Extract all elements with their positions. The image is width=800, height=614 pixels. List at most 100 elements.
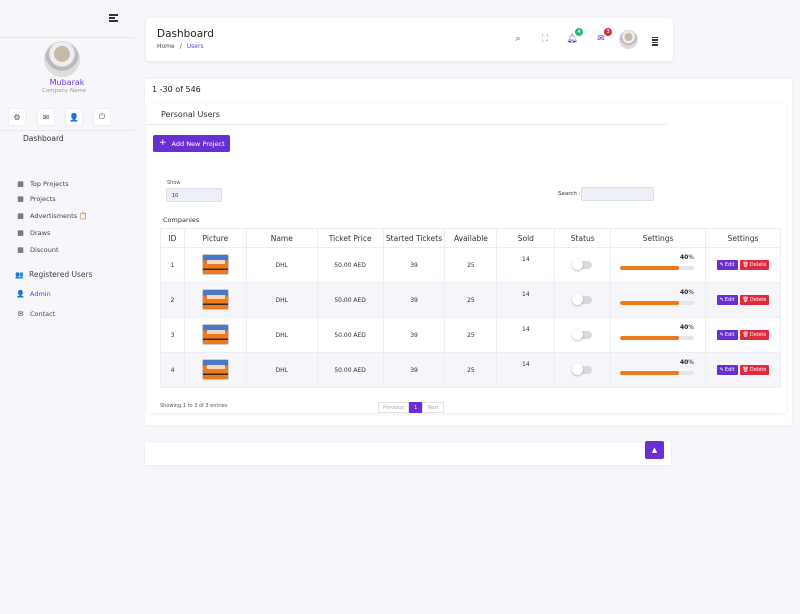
- table-row: 3 DHL 50.00 AED 39 25 14 40% ✎ Edit 🗑︎ Delete: [160, 317, 781, 353]
- mail-icon[interactable]: ✉: [37, 108, 55, 126]
- next-page-button[interactable]: Next: [422, 402, 444, 413]
- page-size-select[interactable]: 10: [166, 188, 222, 202]
- edit-button[interactable]: ✎ Edit: [716, 260, 738, 270]
- column-header[interactable]: Status: [554, 228, 612, 248]
- cell-picture: [183, 352, 247, 388]
- cell-id: 4: [160, 352, 185, 388]
- menu-toggle-icon[interactable]: [109, 14, 118, 22]
- companies-table: ID Picture Name Ticket Price Started Tic…: [160, 228, 781, 388]
- trash-icon: 🗑︎: [742, 262, 749, 268]
- delete-button[interactable]: 🗑︎ Delete: [739, 295, 770, 305]
- progress-bar: [620, 336, 694, 340]
- sidebar-header: [0, 0, 134, 38]
- power-icon[interactable]: ⏻: [93, 108, 111, 126]
- sidebar-item-contact[interactable]: ✉ Contact: [16, 310, 56, 318]
- truck-image: [201, 358, 229, 380]
- add-project-button[interactable]: + Add New Project: [153, 135, 230, 152]
- cell-id: 3: [160, 317, 185, 353]
- scroll-top-button[interactable]: ▲: [645, 441, 664, 459]
- cell-actions: ✎ Edit 🗑︎ Delete: [705, 317, 781, 353]
- edit-button[interactable]: ✎ Edit: [716, 295, 738, 305]
- cell-started: 39: [382, 317, 446, 353]
- status-toggle[interactable]: [572, 364, 593, 375]
- delete-button[interactable]: 🗑︎ Delete: [739, 260, 770, 270]
- cell-progress: 40%: [610, 317, 706, 353]
- bell-icon[interactable]: 🔔︎ 4: [565, 28, 583, 46]
- sidebar-item-dashboard[interactable]: Dashboard: [23, 134, 64, 143]
- trash-icon: 🗑︎: [742, 367, 749, 373]
- breadcrumb: Home / Users: [157, 43, 204, 50]
- cell-status: [554, 317, 612, 353]
- section-label: Companies: [163, 216, 200, 224]
- column-header[interactable]: Available: [444, 228, 498, 248]
- column-header[interactable]: Sold: [496, 228, 556, 248]
- sidebar-item-label: Advertisments 📋: [30, 212, 88, 220]
- sidebar-item-admin[interactable]: 👤 Admin: [16, 290, 51, 298]
- search-label: Search :: [558, 191, 581, 197]
- mail-badge: 3: [604, 28, 612, 36]
- users-icon: 👥: [15, 270, 24, 279]
- column-header[interactable]: Ticket Price: [316, 228, 384, 248]
- table-header-row: ID Picture Name Ticket Price Started Tic…: [160, 228, 781, 248]
- mail-icon[interactable]: ✉ 3: [594, 28, 612, 46]
- breadcrumb-current: Users: [186, 43, 204, 50]
- cell-status: [554, 352, 612, 388]
- breadcrumb-separator: /: [179, 43, 182, 50]
- sidebar-item-advertisments[interactable]: ▦ Advertisments 📋: [16, 212, 87, 220]
- column-header[interactable]: Picture: [183, 228, 247, 248]
- building-icon: ▦: [17, 212, 24, 220]
- column-header[interactable]: Started Tickets: [382, 228, 446, 248]
- divider: [148, 124, 667, 125]
- avatar[interactable]: [619, 30, 638, 49]
- sidebar-item-label: Top Projects: [30, 180, 69, 188]
- search-input[interactable]: [581, 187, 654, 201]
- column-header[interactable]: ID: [160, 228, 185, 248]
- menu-icon[interactable]: [652, 37, 658, 47]
- cell-sold: 14: [496, 352, 556, 388]
- progress-fill: [620, 266, 680, 270]
- column-header[interactable]: Settings: [705, 228, 781, 248]
- trash-icon: 🗑︎: [742, 332, 749, 338]
- delete-button[interactable]: 🗑︎ Delete: [739, 365, 770, 375]
- sidebar-item-registered-users[interactable]: 👥 Registered Users: [15, 270, 92, 279]
- search-icon[interactable]: ⌕: [511, 32, 525, 46]
- sidebar-item-discount[interactable]: ▦ Discount: [16, 246, 59, 254]
- breadcrumb-home[interactable]: Home: [157, 43, 175, 50]
- sidebar-item-top-projects[interactable]: ▦ Top Projects: [16, 180, 69, 188]
- cell-picture: [183, 282, 247, 318]
- sidebar-item-projects[interactable]: ▦ Projects: [16, 195, 55, 203]
- prev-page-button[interactable]: Previous: [378, 402, 410, 413]
- company-name: Company Name: [41, 88, 87, 94]
- delete-button[interactable]: 🗑︎ Delete: [739, 330, 770, 340]
- cell-sold: 14: [496, 247, 556, 283]
- quick-actions: ⚙ ✉ 👤 ⏻: [8, 108, 128, 128]
- page-button[interactable]: 1: [409, 402, 423, 413]
- progress-percent: 40%: [679, 324, 694, 331]
- column-header[interactable]: Name: [245, 228, 318, 248]
- cell-started: 39: [382, 282, 446, 318]
- sidebar-item-label: Registered Users: [29, 270, 93, 279]
- edit-button[interactable]: ✎ Edit: [716, 330, 738, 340]
- sidebar-item-label: Contact: [30, 310, 56, 318]
- progress-percent: 40%: [679, 254, 694, 261]
- user-icon: 👤: [16, 290, 25, 298]
- sidebar-item-label: Admin: [30, 290, 51, 298]
- status-toggle[interactable]: [572, 294, 593, 305]
- sidebar-item-draws[interactable]: ▦ Draws: [16, 229, 50, 237]
- cell-name: DHL: [245, 247, 318, 283]
- user-icon[interactable]: 👤: [65, 108, 83, 126]
- add-project-label: Add New Project: [171, 139, 225, 148]
- cell-price: 50.00 AED: [316, 247, 384, 283]
- fullscreen-icon[interactable]: ⛶: [538, 32, 552, 46]
- user-name[interactable]: Mubarak: [0, 78, 134, 87]
- page-title: Dashboard: [157, 28, 214, 40]
- status-toggle[interactable]: [572, 259, 593, 270]
- gear-icon[interactable]: ⚙: [8, 108, 26, 126]
- notification-badge: 4: [575, 28, 583, 36]
- sidebar-item-label: Discount: [30, 246, 59, 254]
- avatar: [44, 41, 80, 77]
- column-header[interactable]: Settings: [610, 228, 706, 248]
- table-row: 1 DHL 50.00 AED 39 25 14 40% ✎ Edit 🗑︎ Delete: [160, 247, 781, 283]
- status-toggle[interactable]: [572, 329, 593, 340]
- edit-button[interactable]: ✎ Edit: [716, 365, 738, 375]
